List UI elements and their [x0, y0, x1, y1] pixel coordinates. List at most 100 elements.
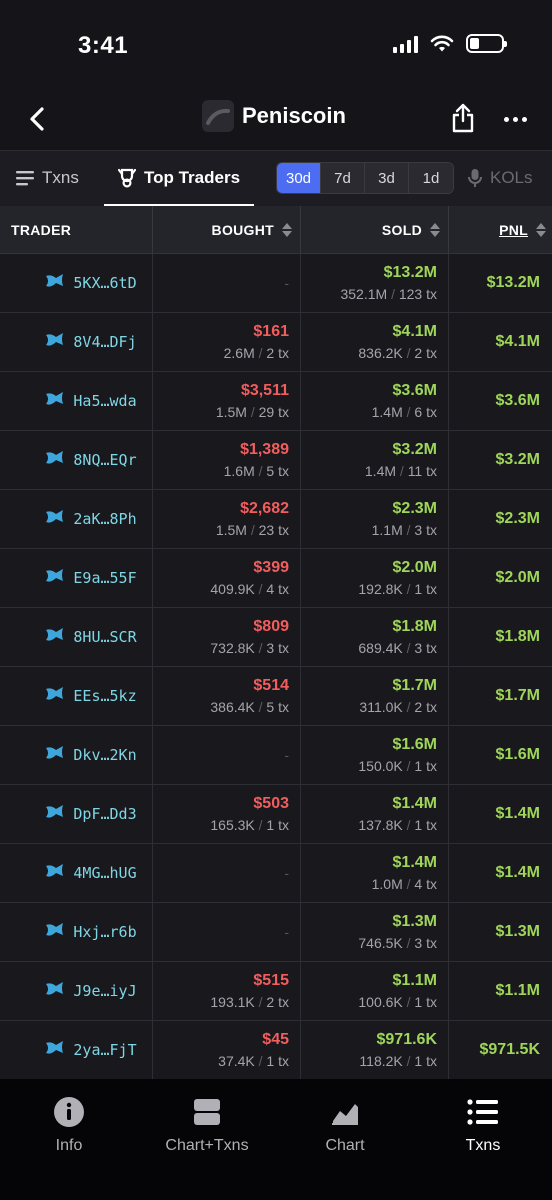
bought-cell: $515 193.1K / 2 tx [153, 962, 301, 1020]
more-options-button[interactable] [498, 102, 532, 136]
bought-tokens: 1.6M [223, 463, 255, 479]
sold-tx-count: 1 tx [414, 581, 437, 597]
table-row[interactable]: DpF…Dd3 $503 165.3K / 1 tx $1.4M 137.8K / 1 … [0, 785, 552, 844]
trader-address[interactable]: 8HU…SCR [73, 628, 136, 646]
table-row[interactable]: Dkv…2Kn - $1.6M 150.0K / 1 tx $1.6M [0, 726, 552, 785]
sold-tx-count: 3 tx [414, 522, 437, 538]
trader-cell[interactable]: DpF…Dd3 [0, 785, 153, 843]
range-3d-button[interactable]: 3d [365, 163, 409, 193]
table-row[interactable]: EEs…5kz $514 386.4K / 5 tx $1.7M 311.0K / 2 … [0, 667, 552, 726]
trader-cell[interactable]: Ha5…wda [0, 372, 153, 430]
column-header-pnl[interactable]: PNL [449, 206, 552, 254]
table-row[interactable]: 8V4…DFj $161 2.6M / 2 tx $4.1M 836.2K / 2 tx… [0, 313, 552, 372]
trader-cell[interactable]: 8V4…DFj [0, 313, 153, 371]
sold-usd: $1.6M [392, 736, 437, 753]
trader-address[interactable]: Dkv…2Kn [73, 746, 136, 764]
trader-cell[interactable]: 5KX…6tD [0, 254, 153, 312]
bought-detail: 2.6M / 2 tx [223, 345, 289, 361]
trader-address[interactable]: DpF…Dd3 [73, 805, 136, 823]
pnl-cell: $1.4M [449, 844, 552, 902]
table-row[interactable]: 5KX…6tD - $13.2M 352.1M / 123 tx $13.2M [0, 254, 552, 313]
bought-tx-count: 4 tx [266, 581, 289, 597]
table-row[interactable]: 8HU…SCR $809 732.8K / 3 tx $1.8M 689.4K / 3 … [0, 608, 552, 667]
sold-detail: 1.4M / 6 tx [371, 404, 437, 420]
sold-tx-count: 2 tx [414, 699, 437, 715]
share-button[interactable] [446, 100, 480, 136]
sold-usd: $3.6M [392, 382, 437, 399]
column-header-trader: TRADER [0, 206, 153, 254]
sold-tokens: 150.0K [358, 758, 403, 774]
bottom-tab-info[interactable]: Info [38, 1095, 100, 1155]
trader-cell[interactable]: J9e…iyJ [0, 962, 153, 1020]
bought-tokens: 409.9K [210, 581, 255, 597]
bought-usd: $1,389 [240, 441, 289, 458]
sold-tokens: 100.6K [358, 994, 403, 1010]
bottom-tab-chart-txns[interactable]: Chart+Txns [152, 1095, 262, 1155]
trader-address[interactable]: J9e…iyJ [73, 982, 136, 1000]
bought-tx-count: 29 tx [258, 404, 289, 420]
column-header-sold[interactable]: SOLD [301, 206, 449, 254]
sort-icon [282, 223, 292, 237]
trader-address[interactable]: 4MG…hUG [73, 864, 136, 882]
table-row[interactable]: 8NQ…EQr $1,389 1.6M / 5 tx $3.2M 1.4M / 11 t… [0, 431, 552, 490]
pnl-value: $13.2M [486, 274, 540, 291]
trader-cell[interactable]: 8HU…SCR [0, 608, 153, 666]
trader-cell[interactable]: Dkv…2Kn [0, 726, 153, 784]
trader-address[interactable]: 2ya…FjT [73, 1041, 136, 1059]
trader-cell[interactable]: 4MG…hUG [0, 844, 153, 902]
whale-icon [45, 568, 65, 589]
sold-detail: 192.8K / 1 tx [358, 581, 437, 597]
tab-top-traders[interactable]: Top Traders [104, 151, 255, 206]
sold-detail: 689.4K / 3 tx [358, 640, 437, 656]
bought-tokens: 386.4K [210, 699, 255, 715]
table-row[interactable]: 2aK…8Ph $2,682 1.5M / 23 tx $2.3M 1.1M / 3 t… [0, 490, 552, 549]
table-row[interactable]: Hxj…r6b - $1.3M 746.5K / 3 tx $1.3M [0, 903, 552, 962]
trader-cell[interactable]: 2ya…FjT [0, 1021, 153, 1079]
table-row[interactable]: Ha5…wda $3,511 1.5M / 29 tx $3.6M 1.4M / 6 t… [0, 372, 552, 431]
trader-address[interactable]: 2aK…8Ph [73, 510, 136, 528]
tab-txns[interactable]: Txns [16, 151, 79, 205]
range-30d-button[interactable]: 30d [277, 163, 321, 193]
pnl-cell: $971.5K [449, 1021, 552, 1079]
bought-detail: 1.6M / 5 tx [223, 463, 289, 479]
trader-address[interactable]: Ha5…wda [73, 392, 136, 410]
range-1d-button[interactable]: 1d [409, 163, 453, 193]
trader-cell[interactable]: Hxj…r6b [0, 903, 153, 961]
sort-icon [430, 223, 440, 237]
trader-cell[interactable]: 2aK…8Ph [0, 490, 153, 548]
table-row[interactable]: 2ya…FjT $45 37.4K / 1 tx $971.6K 118.2K / 1 … [0, 1021, 552, 1080]
tab-kols[interactable]: KOLs [468, 151, 533, 205]
table-row[interactable]: 4MG…hUG - $1.4M 1.0M / 4 tx $1.4M [0, 844, 552, 903]
bought-usd: $399 [253, 559, 289, 576]
whale-icon [45, 922, 65, 943]
status-bar: 3:41 [0, 0, 552, 88]
trader-address[interactable]: 8NQ…EQr [73, 451, 136, 469]
sold-detail: 311.0K / 2 tx [359, 699, 437, 715]
sold-tokens: 1.4M [364, 463, 397, 479]
pnl-value: $1.7M [495, 687, 540, 704]
bought-cell: $3,511 1.5M / 29 tx [153, 372, 301, 430]
trader-address[interactable]: 5KX…6tD [73, 274, 136, 292]
pnl-value: $4.1M [495, 333, 540, 350]
bought-detail: 409.9K / 4 tx [210, 581, 289, 597]
sold-detail: 137.8K / 1 tx [358, 817, 437, 833]
table-row[interactable]: J9e…iyJ $515 193.1K / 2 tx $1.1M 100.6K / 1 … [0, 962, 552, 1021]
bottom-tab-chart[interactable]: Chart [310, 1095, 380, 1155]
bought-tx-count: 1 tx [266, 1053, 289, 1069]
sold-cell: $13.2M 352.1M / 123 tx [301, 254, 449, 312]
trader-cell[interactable]: 8NQ…EQr [0, 431, 153, 489]
trader-address[interactable]: 8V4…DFj [73, 333, 136, 351]
trader-address[interactable]: E9a…55F [73, 569, 136, 587]
column-header-bought[interactable]: BOUGHT [153, 206, 301, 254]
trader-address[interactable]: EEs…5kz [73, 687, 136, 705]
sold-tokens: 137.8K [358, 817, 403, 833]
bottom-tab-txns[interactable]: Txns [452, 1095, 514, 1155]
bought-detail: 37.4K / 1 tx [218, 1053, 289, 1069]
range-7d-button[interactable]: 7d [321, 163, 365, 193]
bought-cell: $399 409.9K / 4 tx [153, 549, 301, 607]
trader-cell[interactable]: EEs…5kz [0, 667, 153, 725]
trader-address[interactable]: Hxj…r6b [73, 923, 136, 941]
trader-cell[interactable]: E9a…55F [0, 549, 153, 607]
back-button[interactable] [20, 102, 54, 136]
table-row[interactable]: E9a…55F $399 409.9K / 4 tx $2.0M 192.8K / 1 … [0, 549, 552, 608]
